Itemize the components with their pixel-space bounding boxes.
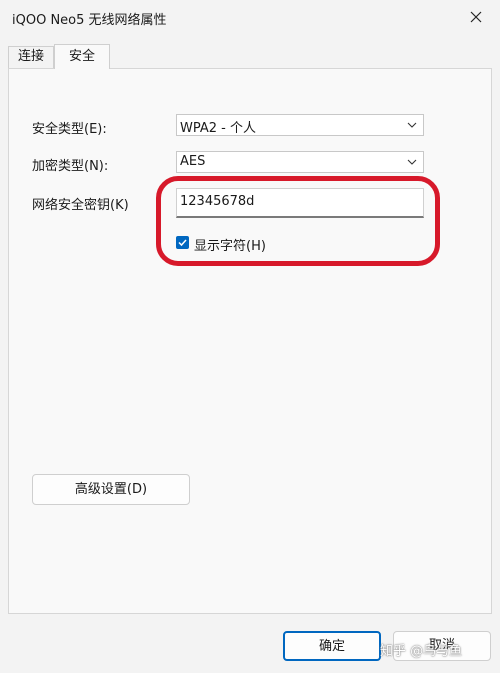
close-icon [470,11,482,23]
security-type-dropdown[interactable]: WPA2 - 个人 [176,114,424,136]
security-type-label: 安全类型(E): [32,122,107,137]
advanced-settings-button[interactable]: 高级设置(D) [32,474,190,505]
security-type-value: WPA2 - 个人 [180,121,256,136]
tab-connection[interactable]: 连接 [8,46,54,68]
encryption-type-value: AES [180,154,206,169]
chevron-down-icon [407,122,417,128]
title-bar: iQOO Neo5 无线网络属性 [0,0,500,34]
network-key-label: 网络安全密钥(K) [32,198,129,213]
ok-button[interactable]: 确定 [283,631,381,661]
encryption-type-label: 加密类型(N): [32,159,109,174]
window-title: iQOO Neo5 无线网络属性 [12,13,167,28]
security-panel [8,68,492,614]
chevron-down-icon [407,159,417,165]
close-button[interactable] [458,2,494,32]
encryption-type-dropdown[interactable]: AES [176,151,424,173]
red-highlight-annotation [156,176,440,266]
tab-security[interactable]: 安全 [54,44,110,69]
watermark: 知乎 @鸟与鱼 [380,644,463,659]
